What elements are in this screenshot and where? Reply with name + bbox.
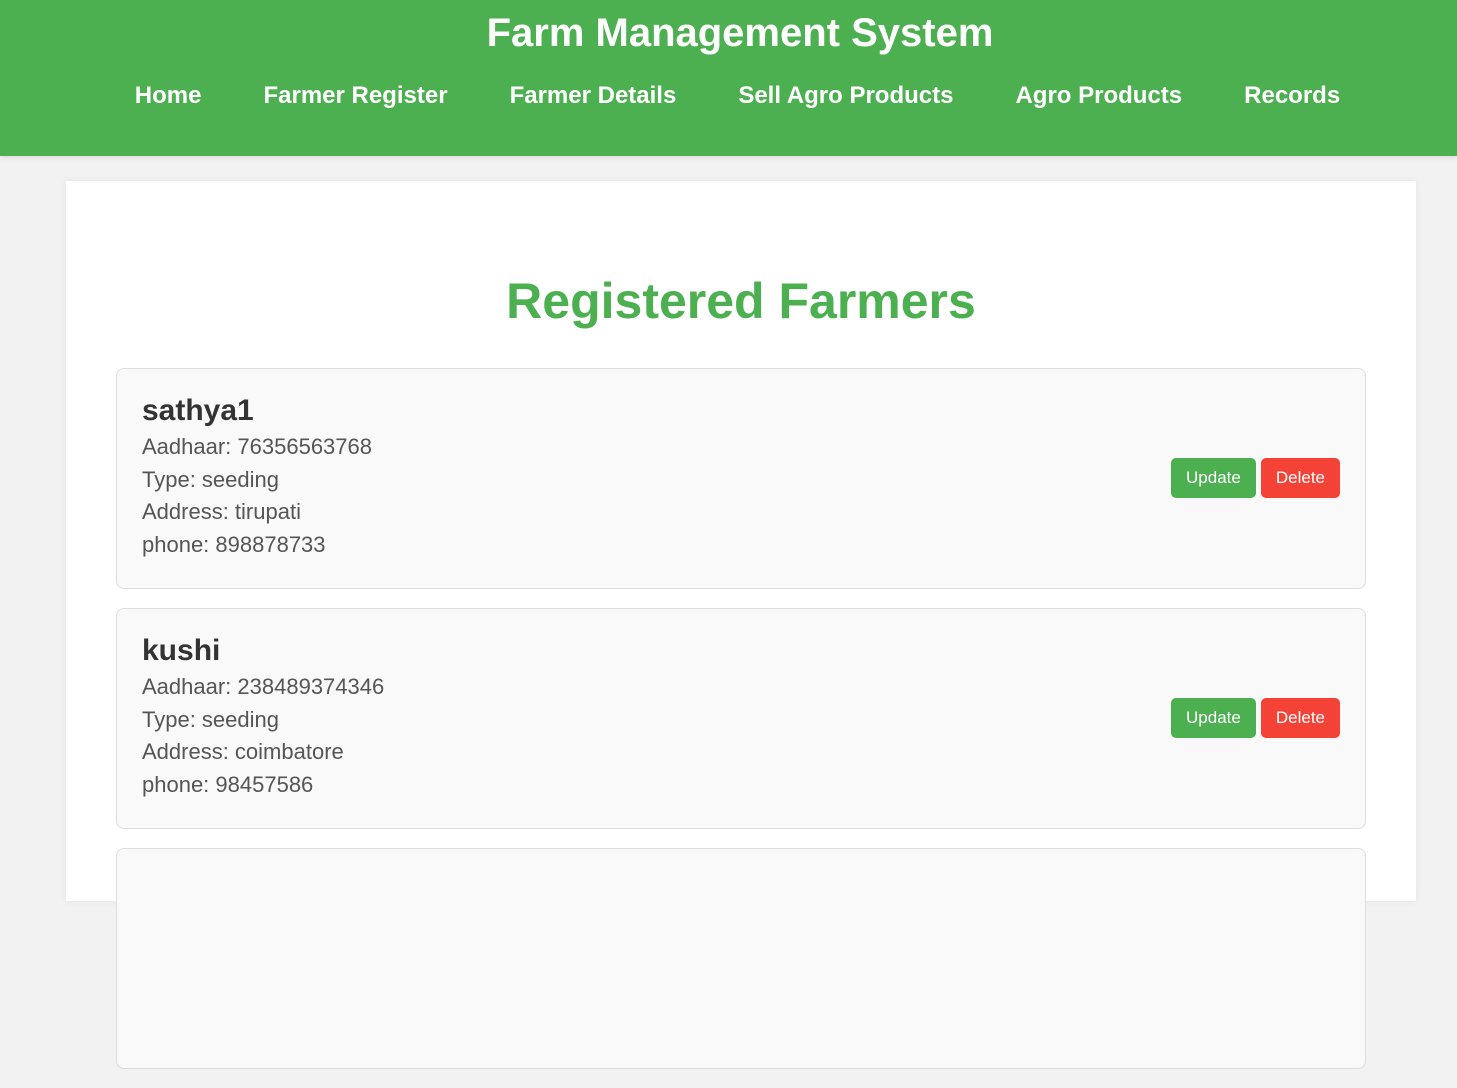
farmer-aadhaar: Aadhaar: 76356563768 bbox=[142, 434, 372, 459]
farmer-aadhaar: Aadhaar: 238489374346 bbox=[142, 674, 385, 699]
update-button[interactable]: Update bbox=[1171, 698, 1256, 738]
farmer-info: kushi Aadhaar: 238489374346 Type: seedin… bbox=[142, 631, 384, 801]
farmer-card: sathya1 Aadhaar: 76356563768 Type: seedi… bbox=[116, 368, 1366, 589]
nav-farmer-register[interactable]: Farmer Register bbox=[263, 80, 447, 112]
nav-records[interactable]: Records bbox=[1244, 80, 1340, 112]
main-nav: Home Farmer Register Farmer Details Sell… bbox=[0, 80, 1457, 112]
farmer-card: kushi Aadhaar: 238489374346 Type: seedin… bbox=[116, 608, 1366, 829]
farmer-list: sathya1 Aadhaar: 76356563768 Type: seedi… bbox=[116, 368, 1366, 1088]
update-button[interactable]: Update bbox=[1171, 458, 1256, 498]
farmer-type: Type: seeding bbox=[142, 466, 279, 492]
page-title: Registered Farmers bbox=[506, 273, 976, 329]
farmer-actions: Update Delete bbox=[1171, 458, 1340, 498]
farmer-name: sathya1 bbox=[142, 394, 254, 427]
farmer-phone: phone: 898878733 bbox=[142, 531, 326, 557]
nav-agro-products[interactable]: Agro Products bbox=[1015, 80, 1182, 112]
nav-farmer-details[interactable]: Farmer Details bbox=[510, 80, 677, 112]
delete-button[interactable]: Delete bbox=[1260, 458, 1340, 498]
nav-home[interactable]: Home bbox=[135, 80, 202, 112]
farmer-address: Address: coimbatore bbox=[142, 739, 344, 764]
farmer-address: Address: tirupati bbox=[142, 499, 301, 524]
farmer-type: Type: seeding bbox=[142, 706, 279, 732]
site-header: Farm Management System Home Farmer Regis… bbox=[0, 0, 1457, 156]
farmer-info: sathya1 Aadhaar: 76356563768 Type: seedi… bbox=[142, 391, 372, 561]
delete-button[interactable]: Delete bbox=[1260, 698, 1340, 738]
main-container: Registered Farmers sathya1 Aadhaar: 7635… bbox=[66, 181, 1416, 1069]
nav-sell-agro-products[interactable]: Sell Agro Products bbox=[738, 80, 953, 112]
site-title: Farm Management System bbox=[486, 11, 994, 55]
farmer-name: kushi bbox=[142, 634, 221, 667]
farmer-actions: Update Delete bbox=[1171, 698, 1340, 738]
farmer-card-partial bbox=[116, 848, 1366, 1069]
farmer-phone: phone: 98457586 bbox=[142, 771, 314, 797]
